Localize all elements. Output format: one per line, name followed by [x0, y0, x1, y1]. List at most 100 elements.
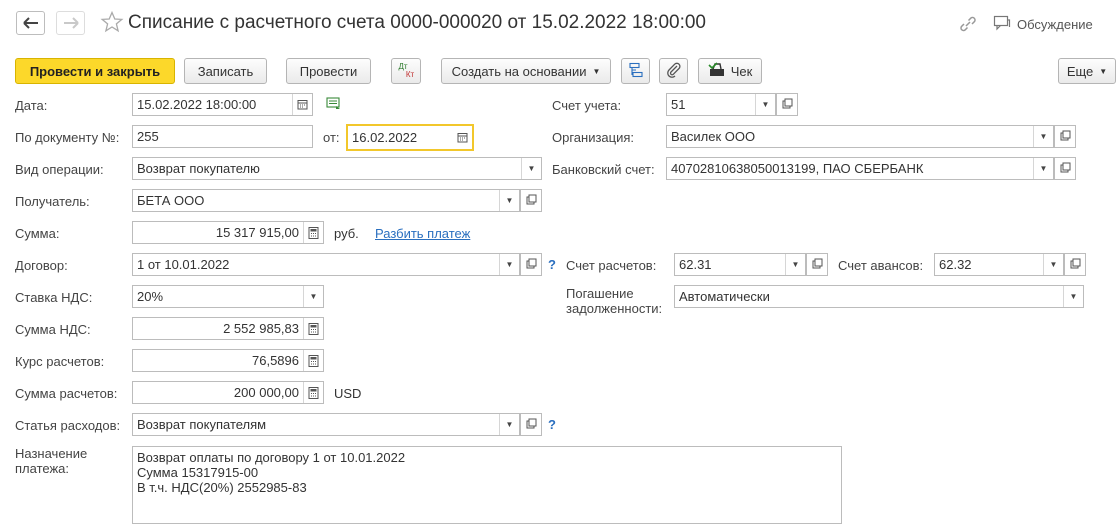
chevron-down-icon[interactable]: ▼ — [499, 254, 519, 275]
doc-date-label: от: — [323, 130, 340, 145]
debt-repay-select[interactable]: Автоматически ▼ — [674, 285, 1084, 308]
calendar-icon[interactable] — [452, 126, 472, 149]
link-icon[interactable] — [958, 15, 978, 33]
post-and-close-button[interactable]: Провести и закрыть — [15, 58, 175, 84]
page-title: Списание с расчетного счета 0000-000020 … — [128, 12, 706, 33]
bank-account-input[interactable]: 40702810638050013199, ПАО СБЕРБАНК ▼ — [666, 157, 1054, 180]
debt-repay-label-line2: задолженности: — [566, 301, 663, 316]
create-based-on-label: Создать на основании — [451, 63, 587, 79]
recipient-value: БЕТА ООО — [137, 193, 205, 208]
open-expense-item-button[interactable] — [520, 413, 542, 436]
account-input[interactable]: 51 ▼ — [666, 93, 776, 116]
doc-date-input[interactable]: 16.02.2022 — [346, 124, 474, 151]
account-value: 51 — [671, 97, 686, 112]
discussion-button[interactable]: Обсуждение — [993, 14, 1093, 34]
contract-help-icon[interactable]: ? — [548, 257, 556, 272]
dt-kt-button[interactable]: Дт Кт — [391, 58, 421, 84]
vat-rate-label: Ставка НДС: — [15, 290, 93, 305]
advance-account-value: 62.32 — [939, 257, 972, 272]
expense-help-icon[interactable]: ? — [548, 417, 556, 432]
chevron-down-icon[interactable]: ▼ — [755, 94, 775, 115]
calculator-icon[interactable] — [303, 382, 323, 403]
create-based-on-button[interactable]: Создать на основании ▼ — [441, 58, 611, 84]
forward-button[interactable] — [56, 11, 85, 35]
kt-label: Кт — [405, 70, 415, 79]
calculator-icon[interactable] — [303, 222, 323, 243]
open-recipient-button[interactable] — [520, 189, 542, 212]
contract-input[interactable]: 1 от 10.01.2022 ▼ — [132, 253, 520, 276]
open-bank-account-button[interactable] — [1054, 157, 1076, 180]
rate-value: 76,5896 — [252, 353, 299, 368]
back-button[interactable] — [16, 11, 45, 35]
settle-amount-label: Сумма расчетов: — [15, 386, 118, 401]
recipient-label: Получатель: — [15, 194, 90, 209]
settle-amount-input[interactable]: 200 000,00 — [132, 381, 324, 404]
expense-item-input[interactable]: Возврат покупателям ▼ — [132, 413, 520, 436]
expense-item-value: Возврат покупателям — [137, 417, 267, 432]
advance-account-input[interactable]: 62.32 ▼ — [934, 253, 1064, 276]
contract-value: 1 от 10.01.2022 — [137, 257, 230, 272]
debt-repay-label-line1: Погашение — [566, 286, 634, 301]
settle-account-input[interactable]: 62.31 ▼ — [674, 253, 806, 276]
vat-rate-select[interactable]: 20% ▼ — [132, 285, 324, 308]
structure-button[interactable] — [621, 58, 650, 84]
date-label: Дата: — [15, 98, 48, 113]
purpose-line: В т.ч. НДС(20%) 2552985-83 — [137, 480, 307, 495]
amount-input[interactable]: 15 317 915,00 — [132, 221, 324, 244]
chevron-down-icon[interactable]: ▼ — [499, 190, 519, 211]
document-list-icon[interactable] — [326, 97, 342, 114]
receipt-button[interactable]: Чек — [698, 58, 762, 84]
doc-number-input[interactable]: 255 — [132, 125, 313, 148]
operation-value: Возврат покупателю — [137, 161, 260, 176]
date-input[interactable]: 15.02.2022 18:00:00 — [132, 93, 313, 116]
open-icon — [526, 257, 537, 272]
open-icon — [1060, 129, 1071, 144]
more-button[interactable]: Еще ▼ — [1058, 58, 1116, 84]
rate-input[interactable]: 76,5896 — [132, 349, 324, 372]
organization-label: Организация: — [552, 130, 635, 145]
doc-number-label: По документу №: — [15, 130, 120, 145]
open-account-button[interactable] — [776, 93, 798, 116]
split-payment-link[interactable]: Разбить платеж — [375, 226, 470, 241]
chevron-down-icon[interactable]: ▼ — [499, 414, 519, 435]
doc-number-value: 255 — [137, 129, 159, 144]
chevron-down-icon[interactable]: ▼ — [1033, 158, 1053, 179]
vat-amount-input[interactable]: 2 552 985,83 — [132, 317, 324, 340]
chevron-down-icon: ▼ — [1099, 66, 1108, 76]
save-button[interactable]: Записать — [184, 58, 267, 84]
amount-value: 15 317 915,00 — [215, 225, 299, 240]
chevron-down-icon[interactable]: ▼ — [1043, 254, 1063, 275]
open-organization-button[interactable] — [1054, 125, 1076, 148]
organization-input[interactable]: Василек ООО ▼ — [666, 125, 1054, 148]
bank-account-value: 40702810638050013199, ПАО СБЕРБАНК — [671, 161, 924, 176]
chevron-down-icon[interactable]: ▼ — [1063, 286, 1083, 307]
open-contract-button[interactable] — [520, 253, 542, 276]
open-icon — [782, 97, 793, 112]
chevron-down-icon[interactable]: ▼ — [1033, 126, 1053, 147]
chat-icon — [993, 15, 1011, 34]
chevron-down-icon[interactable]: ▼ — [785, 254, 805, 275]
recipient-input[interactable]: БЕТА ООО ▼ — [132, 189, 520, 212]
calendar-icon[interactable] — [292, 94, 312, 115]
post-button[interactable]: Провести — [286, 58, 371, 84]
chevron-down-icon[interactable]: ▼ — [303, 286, 323, 307]
amount-label: Сумма: — [15, 226, 60, 241]
arrow-right-icon — [63, 17, 79, 29]
operation-select[interactable]: Возврат покупателю ▼ — [132, 157, 542, 180]
doc-date-value: 16.02.2022 — [352, 130, 418, 145]
purpose-label-line1: Назначение — [15, 446, 88, 461]
chevron-down-icon[interactable]: ▼ — [521, 158, 541, 179]
open-advance-account-button[interactable] — [1064, 253, 1086, 276]
bank-account-label: Банковский счет: — [552, 162, 655, 177]
settle-currency: USD — [334, 386, 362, 401]
calculator-icon[interactable] — [303, 318, 323, 339]
favorite-star-icon[interactable] — [100, 10, 124, 34]
calculator-icon[interactable] — [303, 350, 323, 371]
vat-rate-value: 20% — [137, 289, 164, 304]
open-settle-account-button[interactable] — [806, 253, 828, 276]
open-icon — [526, 417, 537, 432]
arrow-left-icon — [22, 17, 39, 29]
attach-button[interactable] — [659, 58, 688, 84]
receipt-label: Чек — [730, 63, 753, 79]
purpose-textarea[interactable]: Возврат оплаты по договору 1 от 10.01.20… — [132, 446, 842, 524]
